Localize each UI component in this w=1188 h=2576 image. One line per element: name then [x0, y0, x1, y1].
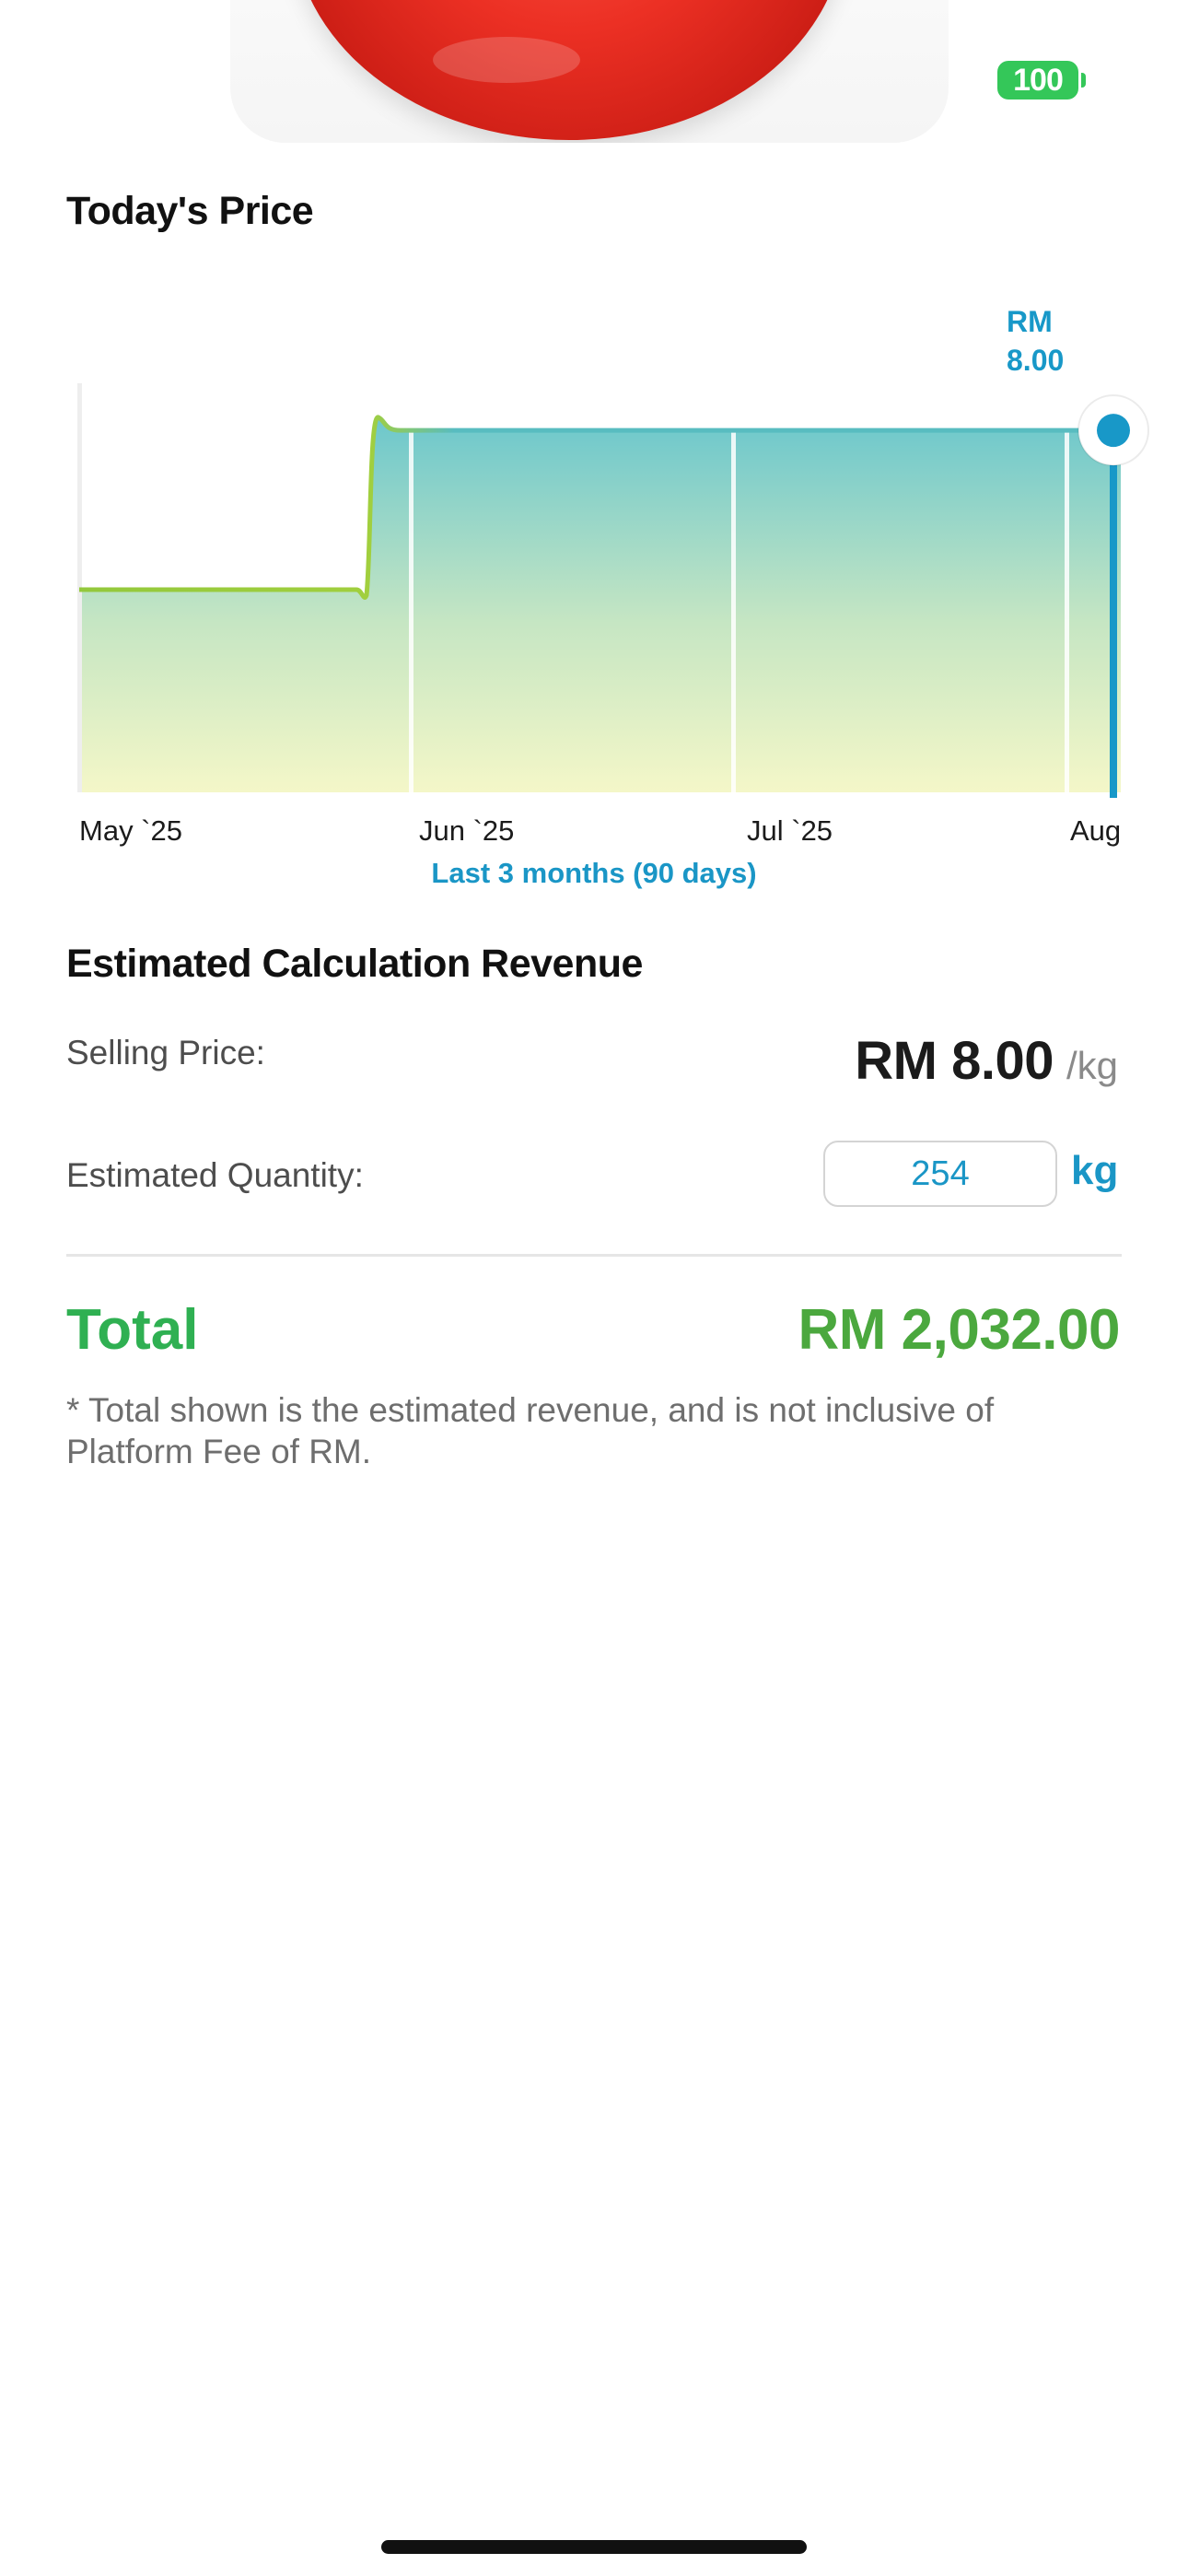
quantity-label: Estimated Quantity:	[66, 1156, 364, 1194]
divider	[66, 1254, 1122, 1257]
battery-icon: 100	[997, 61, 1078, 100]
tooltip-currency: RM	[1007, 305, 1053, 338]
battery-cap	[1081, 73, 1086, 88]
home-indicator[interactable]	[381, 2540, 807, 2554]
quantity-unit: kg	[1071, 1148, 1119, 1193]
chart-range-label[interactable]: Last 3 months (90 days)	[0, 857, 1188, 890]
x-tick-label: Jul `25	[747, 814, 833, 847]
x-tick-label: May `25	[79, 814, 182, 847]
quantity-input[interactable]: 254	[823, 1141, 1057, 1207]
selling-price-value: RM 8.00	[855, 1031, 1054, 1091]
tomato-highlight	[433, 37, 580, 83]
disclaimer-note: * Total shown is the estimated revenue, …	[66, 1391, 995, 1470]
selling-price: RM 8.00 /kg	[855, 1030, 1118, 1092]
chart-cursor-line	[1110, 430, 1117, 798]
battery-level: 100	[1013, 62, 1064, 98]
selling-price-unit: /kg	[1066, 1044, 1118, 1087]
price-section-title: Today's Price	[66, 189, 314, 233]
price-area	[79, 416, 1121, 792]
chart-cursor-dot	[1097, 414, 1130, 448]
total-label: Total	[66, 1298, 199, 1362]
total-value: RM 2,032.00	[798, 1298, 1121, 1362]
x-tick-label: Aug	[1070, 814, 1121, 847]
tooltip-value: 8.00	[1007, 344, 1065, 377]
x-axis-ticks: May `25 Jun `25 Jul `25 Aug	[79, 814, 1121, 847]
gridline	[731, 383, 736, 792]
selling-price-label: Selling Price:	[66, 1034, 265, 1071]
revenue-section-title: Estimated Calculation Revenue	[66, 942, 643, 986]
price-tooltip: RM 8.00	[1007, 302, 1064, 380]
gridline	[409, 383, 413, 792]
x-tick-label: Jun `25	[419, 814, 514, 847]
gridline	[1065, 383, 1069, 792]
